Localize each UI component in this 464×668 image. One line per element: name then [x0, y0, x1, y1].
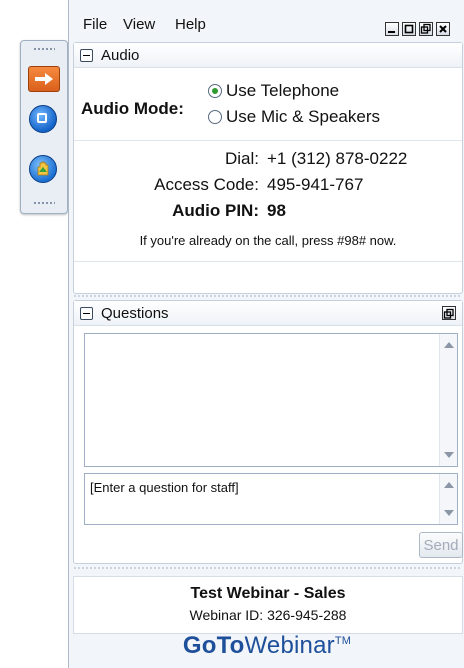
questions-panel-title: Questions	[101, 304, 169, 322]
restore-icon	[420, 23, 431, 34]
square-icon	[29, 105, 57, 133]
radio-telephone-label: Use Telephone	[226, 81, 340, 100]
questions-log-scrollbar[interactable]	[439, 334, 457, 466]
question-input-text: [Enter a question for staff]	[90, 480, 239, 495]
radio-unselected-icon	[208, 110, 222, 124]
menu-bar: File View Help	[69, 8, 464, 38]
audio-panel-title: Audio	[101, 46, 140, 64]
popout-questions-button[interactable]	[442, 306, 456, 320]
raise-hand-button[interactable]	[27, 154, 59, 184]
radio-mic-label: Use Mic & Speakers	[226, 107, 380, 126]
access-row: Access Code:	[74, 175, 259, 197]
menu-view[interactable]: View	[123, 16, 155, 33]
menu-help[interactable]: Help	[175, 16, 206, 33]
send-button[interactable]: Send	[419, 532, 463, 558]
audio-pin-label: Audio PIN:	[172, 201, 259, 220]
collapse-panel-button[interactable]	[28, 66, 60, 92]
footer-splitter	[73, 566, 461, 570]
dial-value: +1 (312) 878-0222	[267, 149, 408, 168]
scroll-up-icon[interactable]	[444, 342, 454, 348]
maximize-button[interactable]	[402, 22, 416, 36]
radio-selected-icon	[208, 84, 222, 98]
audio-panel: Audio Audio Mode: Use Telephone Use Mic …	[73, 42, 463, 294]
panel-splitter[interactable]	[73, 294, 461, 298]
webinar-title: Test Webinar - Sales	[190, 585, 346, 602]
drag-grip-top[interactable]	[33, 47, 55, 51]
dial-row: Dial:	[74, 149, 259, 171]
questions-panel-header: Questions	[74, 301, 462, 326]
audio-pin-value: 98	[267, 201, 286, 220]
audio-mode-label: Audio Mode:	[81, 99, 184, 118]
arrow-right-icon	[35, 73, 53, 85]
restore-button[interactable]	[419, 22, 433, 36]
scroll-up-icon[interactable]	[444, 482, 454, 488]
popout-icon	[443, 308, 454, 319]
close-button[interactable]	[436, 22, 450, 36]
question-input[interactable]: [Enter a question for staff]	[84, 473, 458, 525]
minimize-icon	[388, 31, 395, 33]
menu-file[interactable]: File	[83, 16, 107, 33]
questions-log[interactable]	[84, 333, 458, 467]
questions-panel: Questions [Enter a question for staff]	[73, 300, 463, 564]
dial-label: Dial:	[224, 149, 259, 168]
webinar-info: Test Webinar - Sales Webinar ID: 326-945…	[73, 576, 463, 634]
raise-hand-icon	[29, 155, 57, 183]
drag-grip-bottom[interactable]	[33, 201, 55, 205]
maximize-icon	[404, 24, 414, 34]
minimize-button[interactable]	[385, 22, 399, 36]
audio-bottom-divider	[74, 261, 462, 262]
collapse-audio-icon[interactable]	[80, 48, 93, 62]
screen-button[interactable]	[27, 104, 59, 134]
scroll-down-icon[interactable]	[444, 510, 454, 516]
access-code-value: 495-941-767	[267, 175, 364, 194]
control-panel-window: File View Help Audio Audio Mode: Use Tel…	[68, 0, 464, 668]
audio-panel-header: Audio	[74, 43, 462, 68]
pin-row: Audio PIN:	[74, 201, 259, 223]
scroll-down-icon[interactable]	[444, 452, 454, 458]
logo-goto: GoTo	[182, 632, 245, 659]
audio-divider	[74, 140, 462, 141]
close-icon	[439, 25, 447, 33]
logo-tm: TM	[334, 635, 352, 647]
gotowebinar-logo: GoToWebinarTM	[69, 632, 464, 668]
audio-pin-note: If you're already on the call, press #98…	[139, 233, 397, 248]
question-input-scrollbar[interactable]	[439, 474, 457, 524]
webinar-id: Webinar ID: 326-945-288	[189, 607, 347, 623]
radio-use-mic-speakers[interactable]: Use Mic & Speakers	[208, 107, 380, 127]
collapse-questions-icon[interactable]	[80, 306, 93, 320]
logo-webinar: Webinar	[244, 632, 335, 659]
side-toolbar	[20, 40, 68, 214]
access-code-label: Access Code:	[154, 175, 259, 194]
radio-use-telephone[interactable]: Use Telephone	[208, 81, 339, 101]
